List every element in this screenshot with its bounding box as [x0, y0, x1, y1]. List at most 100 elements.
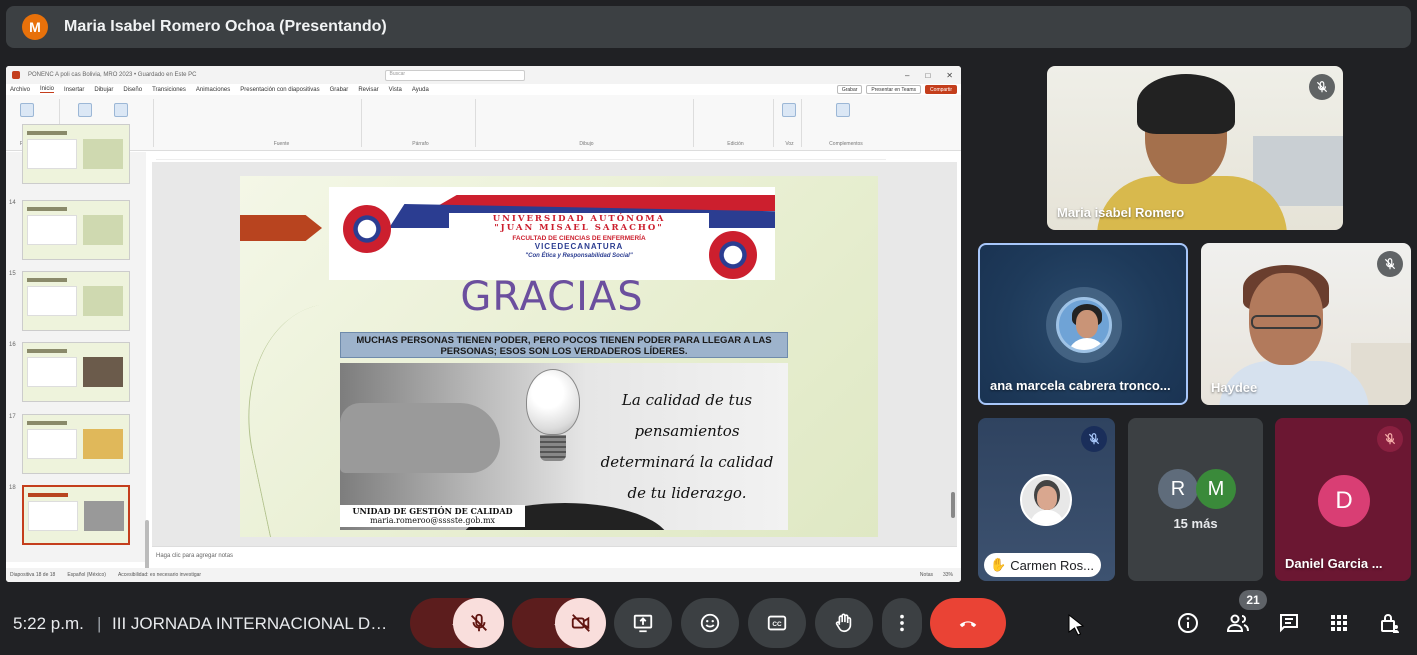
ruler [156, 152, 886, 160]
mic-off-icon [470, 613, 487, 632]
thumbnail-number: 16 [9, 342, 16, 348]
leadership-quote: MUCHAS PERSONAS TIENEN PODER, PERO POCOS… [340, 332, 788, 358]
ribbon-group-editing: Edición [698, 99, 774, 147]
menu-archivo: Archivo [10, 86, 31, 93]
notes-toggle: Notas [919, 572, 933, 578]
participant-count-badge: 21 [1239, 590, 1267, 610]
info-icon [1178, 613, 1198, 633]
hand-icon [835, 613, 852, 633]
university-banner: UNIVERSIDAD AUTÓNOMA "JUAN MISAEL SARACH… [329, 187, 775, 280]
participant-name: ana marcela cabrera tronco... [990, 378, 1171, 393]
unmute-button[interactable] [453, 598, 504, 648]
activities-button[interactable] [1326, 610, 1352, 636]
people-icon [1226, 614, 1249, 632]
apps-grid-icon [1331, 615, 1347, 631]
ppt-ribbon: Portapapeles Diapositivas Fuente Párrafo… [6, 95, 961, 151]
clock: 5:22 p.m. [13, 614, 84, 633]
avatar: M [1196, 469, 1236, 509]
menu-transiciones: Transiciones [152, 86, 186, 93]
present-button[interactable] [614, 598, 672, 648]
thumbnail-row [6, 124, 146, 188]
participant-tile-carmen[interactable]: ✋ Carmen Ros... [978, 418, 1115, 581]
muted-mic-icon [1377, 251, 1403, 277]
raise-hand-button[interactable] [815, 598, 873, 648]
separator: | [97, 614, 102, 633]
slide-canvas: UNIVERSIDAD AUTÓNOMA "JUAN MISAEL SARACH… [152, 162, 957, 546]
camera-on-button[interactable] [555, 598, 606, 648]
ppt-status-bar: Diapositiva 18 de 18 Español (México) Ac… [6, 568, 961, 582]
thumbnail-number: 14 [9, 200, 16, 206]
participant-tile-haydee[interactable]: Haydee [1201, 243, 1411, 405]
menu-insertar: Insertar [64, 86, 85, 93]
ribbon-group-font: Fuente [202, 99, 362, 147]
reuse-slide-icon [114, 103, 128, 117]
avatar [1056, 297, 1112, 353]
thumbnail-row: 18 [6, 485, 146, 549]
slide-thumbnail [22, 124, 130, 184]
university-name: UNIVERSIDAD AUTÓNOMA "JUAN MISAEL SARACH… [492, 214, 666, 233]
more-vertical-icon [900, 614, 904, 632]
lock-person-icon [1381, 614, 1399, 633]
muted-mic-icon [1081, 426, 1107, 452]
leave-call-button[interactable] [930, 598, 1006, 648]
svg-text:CC: CC [772, 621, 782, 628]
thumbnail-row: 15 [6, 271, 146, 335]
accessibility-status: Accesibilidad: es necesario investigar [117, 572, 202, 578]
paste-icon [20, 103, 34, 117]
minimize-icon: – [905, 70, 910, 80]
menu-vista: Vista [388, 86, 402, 93]
lightbulb-image: La calidad de tus pensamientos determina… [340, 363, 788, 530]
ribbon-group-drawing: Dibujo [480, 99, 694, 147]
script-quote: La calidad de tus pensamientos determina… [600, 391, 774, 502]
powerpoint-logo-icon [12, 71, 20, 79]
slide-thumbnail [22, 414, 130, 474]
menu-dibujar: Dibujar [94, 86, 114, 93]
menu-ayuda: Ayuda [411, 86, 429, 93]
emoji-icon [700, 613, 720, 633]
present-teams-button: Presentar en Teams [866, 85, 922, 94]
ppt-menu-bar: Archivo Inicio Insertar Dibujar Diseño T… [6, 84, 961, 95]
meeting-info-button[interactable] [1175, 610, 1201, 636]
participant-name: Maria isabel Romero [1057, 205, 1185, 220]
participant-tile-daniel[interactable]: D Daniel Garcia ... [1275, 418, 1411, 581]
muted-mic-icon [1309, 74, 1335, 100]
lightbulb-icon [526, 369, 580, 435]
avatar: R [1158, 469, 1198, 509]
ppt-titlebar: PONENC A poli cas Bolivia, MRO 2023 • Gu… [6, 66, 961, 84]
captions-button[interactable]: CC [748, 598, 806, 648]
nursing-faculty-seal-icon [709, 231, 757, 279]
raised-hand-chip: ✋ Carmen Ros... [984, 553, 1101, 577]
thumbnail-row: 16 [6, 342, 146, 406]
more-count: 15 más [1173, 516, 1218, 531]
slide-thumbnail-selected [22, 485, 130, 545]
thumbnail-row: 14 [6, 200, 146, 264]
slide-thumbnail [22, 200, 130, 260]
participant-tile-ana[interactable]: ana marcela cabrera tronco... [978, 243, 1188, 405]
raised-hand-icon: ✋ [990, 557, 1007, 572]
host-controls-button[interactable] [1377, 610, 1403, 636]
motto: "Con Ética y Responsabilidad Social" [525, 253, 633, 259]
ppt-search-input: Buscar [384, 69, 525, 81]
zoom-level: 33% [942, 572, 953, 578]
mouse-cursor-icon [1063, 612, 1089, 638]
muted-mic-icon [1377, 426, 1403, 452]
meeting-title: III JORNADA INTERNACIONAL DE ENFERMERÍA [112, 614, 392, 633]
slide-counter: Diapositiva 18 de 18 [10, 572, 56, 578]
participant-tile-maria[interactable]: Maria isabel Romero [1047, 66, 1343, 230]
quality-unit-label: UNIDAD DE GESTIÓN DE CALIDAD maria.romer… [340, 505, 525, 527]
thumbnail-number: 18 [9, 485, 16, 491]
participant-name: Carmen Ros... [1010, 557, 1094, 573]
menu-presentacion: Presentación con diapositivas [240, 86, 320, 93]
reactions-button[interactable] [681, 598, 739, 648]
record-button: Grabar [836, 85, 863, 94]
participant-name: Daniel Garcia ... [1285, 556, 1383, 571]
chat-button[interactable] [1276, 610, 1302, 636]
menu-grabar: Grabar [329, 86, 349, 93]
more-participants-tile[interactable]: R M 15 más [1128, 418, 1263, 581]
menu-diseno: Diseño [123, 86, 143, 93]
people-button[interactable] [1225, 610, 1251, 636]
present-screen-icon [633, 614, 653, 633]
more-options-button[interactable] [882, 598, 922, 648]
thumbnail-number: 15 [9, 271, 16, 277]
close-icon: ✕ [946, 70, 953, 80]
